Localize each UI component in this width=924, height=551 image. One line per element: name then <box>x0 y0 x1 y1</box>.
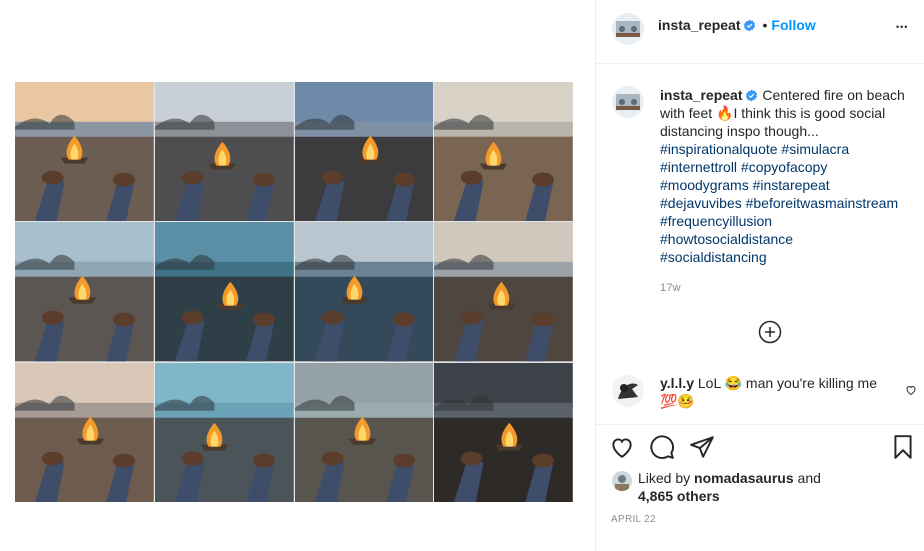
avatar[interactable] <box>612 13 644 45</box>
liker-username[interactable]: nomadasaurus <box>694 470 794 486</box>
likes-prefix: Liked by <box>638 470 691 486</box>
post-date[interactable]: APRIL 22 <box>611 514 656 525</box>
collage-photo <box>434 362 573 502</box>
hashtag-line[interactable]: #moodygrams #instarepeat <box>660 176 918 194</box>
comment-item: y.l.l.y LoL 😂 man you're killing me 💯🤒 <box>660 374 892 410</box>
heart-icon[interactable] <box>609 434 635 460</box>
collage-photo <box>434 222 573 362</box>
comment-bubble-icon[interactable] <box>649 434 675 460</box>
likes-summary[interactable]: Liked by nomadasaurus and 4,865 others <box>638 469 821 505</box>
caption-avatar[interactable] <box>612 86 644 118</box>
collage-photo <box>15 362 154 502</box>
hashtag-line[interactable]: #dejavuvibes #beforeitwasmainstream <box>660 194 918 212</box>
collage-photo <box>154 222 294 362</box>
more-options-icon[interactable]: ••• <box>896 22 908 32</box>
post-side-panel: insta_repeat • Follow ••• insta_repeat Cen… <box>596 0 924 551</box>
hashtag-line[interactable]: #inspirationalquote #simulacra <box>660 140 918 158</box>
commenter-avatar[interactable] <box>612 375 644 407</box>
action-bar <box>596 434 924 464</box>
collage-photo <box>154 82 294 222</box>
hashtag-line[interactable]: #frequencyillusion <box>660 212 918 230</box>
caption-timestamp[interactable]: 17w <box>660 282 681 294</box>
post-header: insta_repeat • Follow ••• <box>596 0 924 64</box>
liker-avatar[interactable] <box>612 471 632 491</box>
collage-photo <box>294 222 434 362</box>
post-caption: insta_repeat Centered fire on beach with… <box>660 86 918 266</box>
follow-button[interactable]: Follow <box>771 17 815 33</box>
actions-divider <box>596 424 924 425</box>
collage-photo <box>294 362 434 502</box>
bookmark-icon[interactable] <box>890 434 916 460</box>
collage-photo <box>154 362 294 502</box>
post-media[interactable] <box>0 0 595 551</box>
verified-badge-icon <box>745 88 758 102</box>
collage-photo <box>15 82 154 222</box>
hashtag-line[interactable]: #socialdistancing <box>660 248 918 266</box>
verified-badge-icon <box>743 19 756 32</box>
likes-and: and <box>797 470 821 486</box>
caption-username[interactable]: insta_repeat <box>660 87 742 103</box>
comment-username[interactable]: y.l.l.y <box>660 375 694 391</box>
plus-circle-icon[interactable] <box>758 320 782 344</box>
paper-plane-icon[interactable] <box>689 434 715 460</box>
hashtag-line[interactable]: #howtosocialdistance <box>660 230 918 248</box>
collage-photo <box>294 82 434 222</box>
separator-dot: • <box>762 17 768 33</box>
header-username[interactable]: insta_repeat <box>658 17 740 33</box>
hashtag-line[interactable]: #internettroll #copyofacopy <box>660 158 918 176</box>
likes-others-count[interactable]: 4,865 others <box>638 488 720 504</box>
collage-photo <box>434 82 573 222</box>
heart-icon[interactable] <box>905 383 917 396</box>
photo-collage-grid[interactable] <box>15 82 573 502</box>
collage-photo <box>15 222 154 362</box>
